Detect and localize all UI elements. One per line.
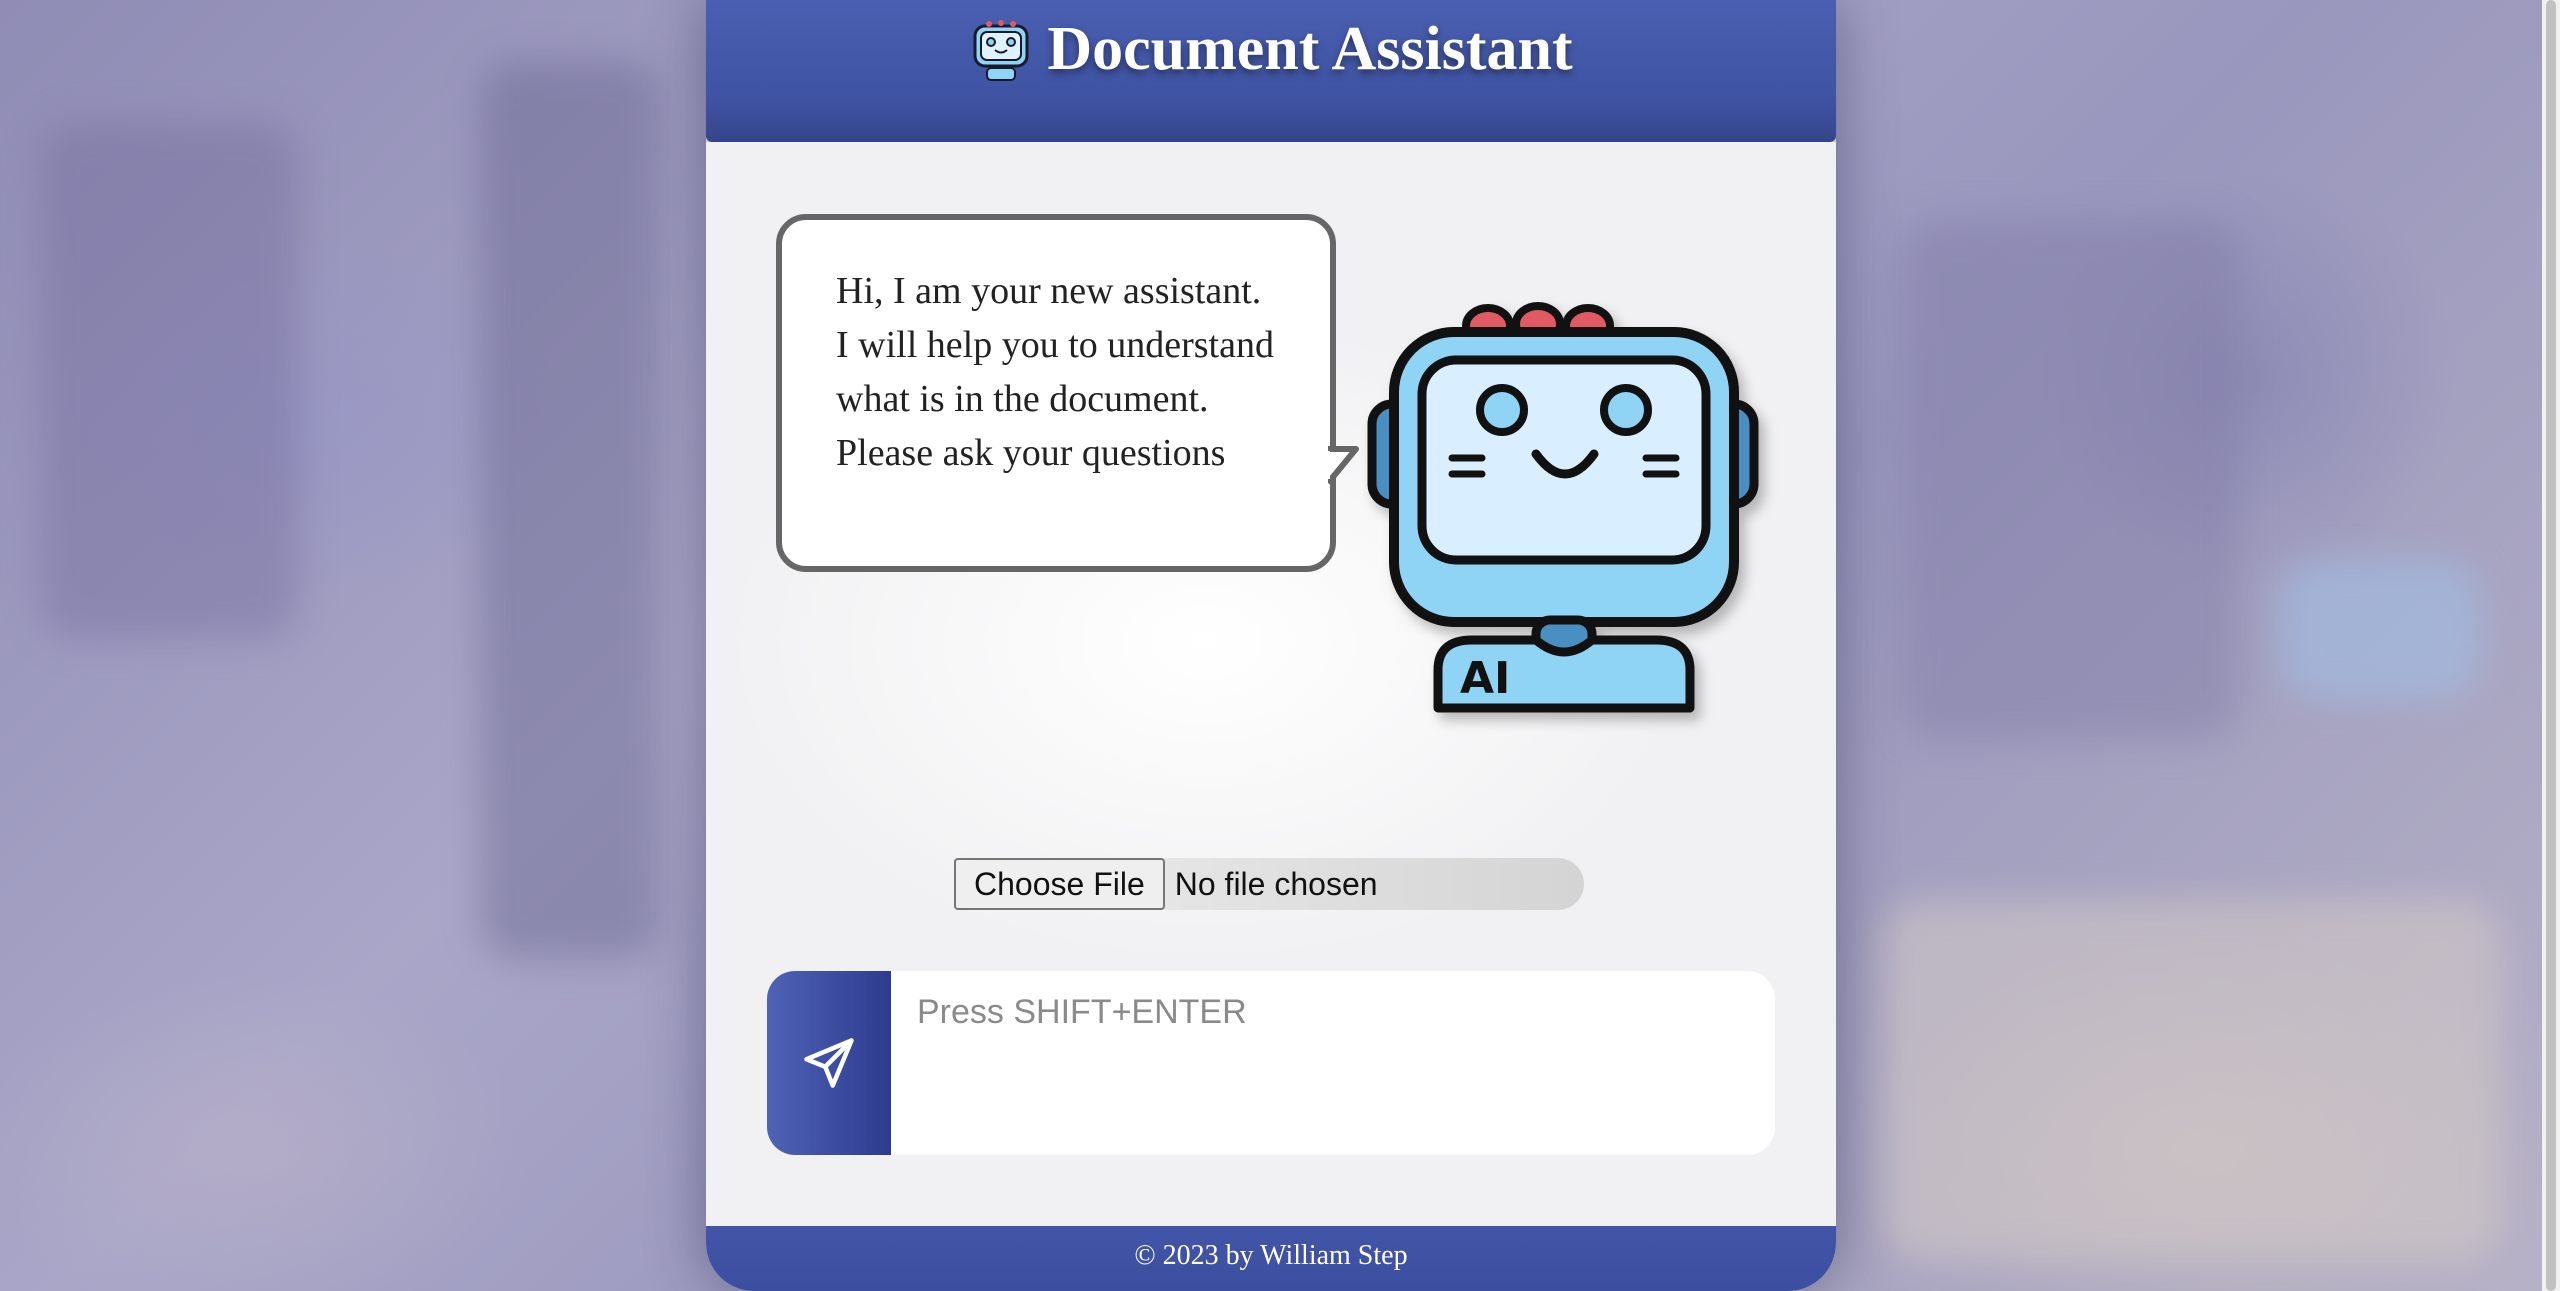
background-blur	[480, 60, 660, 960]
background-blur	[1880, 900, 2500, 1260]
robot-icon	[973, 19, 1029, 81]
footer: © 2023 by William Step	[706, 1226, 1836, 1291]
assistant-greeting: Hi, I am your new assistant. I will help…	[836, 270, 1274, 474]
send-icon	[804, 1038, 854, 1088]
robot-ai-icon: AI	[1367, 302, 1759, 713]
question-input[interactable]	[891, 971, 1775, 1155]
robot-badge-text: AI	[1460, 653, 1510, 704]
speech-bubble: Hi, I am your new assistant. I will help…	[776, 214, 1336, 572]
file-status: No file chosen	[1174, 865, 1378, 902]
background-blur	[2280, 560, 2480, 700]
file-upload[interactable]: Choose File No file chosen	[954, 858, 1584, 910]
scrollbar-thumb[interactable]	[2546, 0, 2556, 1291]
assistant-card: Document Assistant Hi, I am your new ass…	[706, 0, 1836, 1291]
page-scrollbar[interactable]	[2542, 0, 2560, 1291]
footer-copyright: © 2023 by William Step	[1134, 1239, 1408, 1271]
background-blur	[40, 120, 300, 640]
header: Document Assistant	[706, 0, 1836, 142]
background-blur	[1900, 220, 2240, 740]
chat-composer	[767, 971, 1775, 1155]
send-button[interactable]	[767, 971, 891, 1155]
choose-file-button[interactable]: Choose File	[954, 858, 1165, 910]
page-title: Document Assistant	[1047, 15, 1573, 83]
